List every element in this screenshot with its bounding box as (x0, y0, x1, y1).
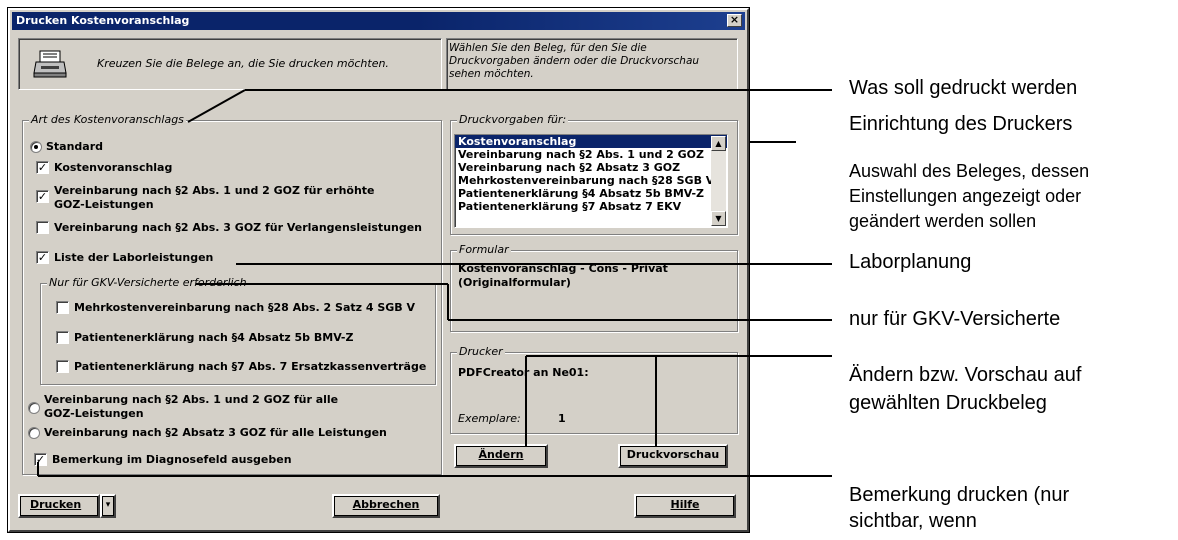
annotation-auswahl-line1: Auswahl des Beleges, dessen (849, 161, 1090, 181)
annotation-auswahl-line2: Einstellungen angezeigt oder (849, 186, 1082, 206)
annotation-labor: Laborplanung (849, 251, 972, 273)
annotation-auswahl-line3: geändert werden sollen (849, 211, 1037, 231)
annotation-bemerkung-line2: sichtbar, wenn (849, 510, 977, 532)
annotation-bemerkung-line1: Bemerkung drucken (nur (849, 484, 1070, 506)
annotation-gkv: nur für GKV-Versicherte (849, 308, 1061, 330)
annotation-aendern-line1: Ändern bzw. Vorschau auf (849, 364, 1082, 386)
annotation-einrichtung: Einrichtung des Druckers (849, 113, 1073, 135)
annotation-aendern-line2: gewählten Druckbeleg (849, 392, 1047, 414)
annotation-was-soll: Was soll gedruckt werden (849, 77, 1078, 99)
callout-was-soll (187, 89, 246, 123)
